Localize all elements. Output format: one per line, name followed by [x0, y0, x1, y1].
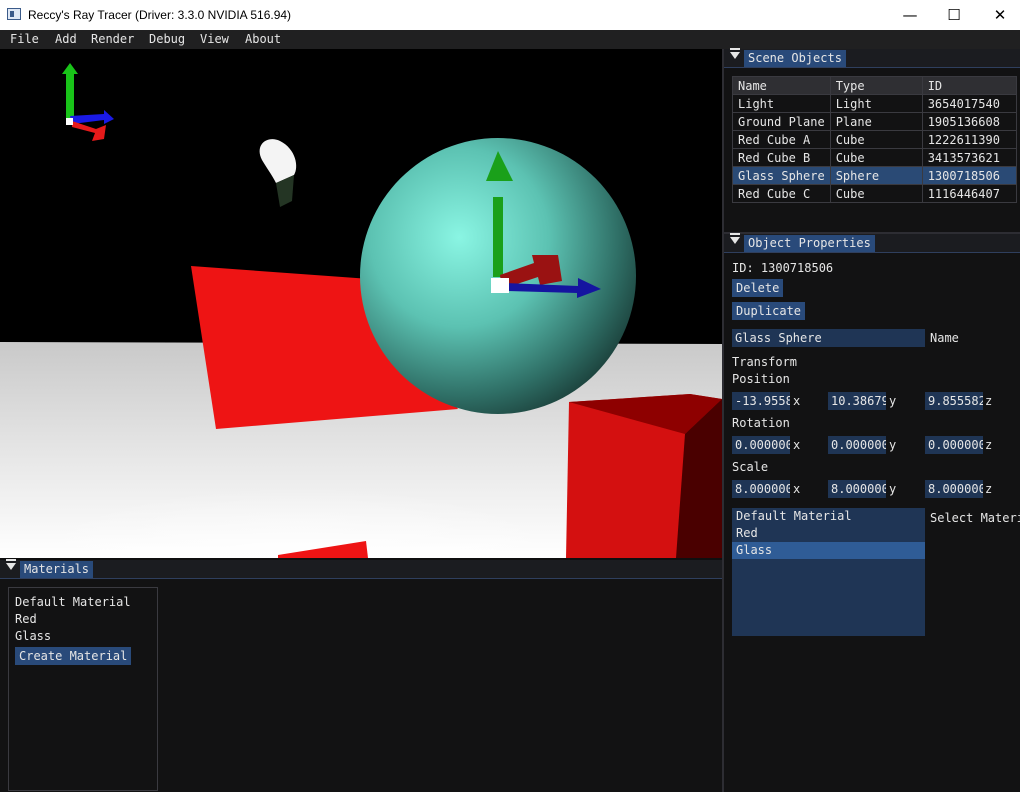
row-name: Red Cube C	[732, 184, 831, 203]
material-option-default[interactable]: Default Material	[732, 508, 925, 525]
menu-debug[interactable]: Debug	[149, 32, 185, 46]
row-name: Glass Sphere	[732, 166, 831, 185]
column-type[interactable]: Type	[829, 76, 923, 95]
axis-y-label: y	[889, 438, 897, 452]
axis-x-label: x	[793, 394, 801, 408]
collapse-icon[interactable]	[730, 48, 740, 59]
scene-objects-table: Name Type ID Light Light 3654017540 Grou…	[732, 76, 1017, 203]
minimize-button[interactable]: —	[887, 0, 933, 30]
row-name: Light	[732, 94, 831, 113]
menu-render[interactable]: Render	[91, 32, 134, 46]
axis-x-label: x	[793, 482, 801, 496]
tab-materials[interactable]: Materials	[20, 561, 94, 578]
axis-y-label: y	[889, 394, 897, 408]
row-type: Plane	[829, 112, 923, 131]
object-properties-header: Object Properties	[724, 233, 1020, 253]
row-id: 1222611390	[921, 130, 1017, 149]
menu-file[interactable]: File	[10, 32, 39, 46]
table-row[interactable]: Light Light 3654017540	[732, 94, 1017, 113]
window-title: Reccy's Ray Tracer (Driver: 3.3.0 NVIDIA…	[28, 8, 292, 22]
row-type: Sphere	[829, 166, 923, 185]
table-header-row: Name Type ID	[732, 76, 1017, 95]
position-x-input[interactable]: -13.9558	[732, 392, 790, 410]
translate-gizmo-y[interactable]	[493, 197, 503, 277]
menu-bar: File Add Render Debug View About	[0, 30, 1020, 50]
row-id: 1300718506	[921, 166, 1017, 185]
position-z-input[interactable]: 9.855582	[925, 392, 983, 410]
scene-objects-panel: Scene Objects Name Type ID Light Light 3…	[724, 48, 1020, 233]
axis-x-label: x	[793, 438, 801, 452]
axis-z-label: z	[985, 438, 993, 452]
scale-x-input[interactable]: 8.000000	[732, 480, 790, 498]
axis-z-label: z	[985, 394, 993, 408]
rotation-y-input[interactable]: 0.000000	[828, 436, 886, 454]
table-row[interactable]: Red Cube B Cube 3413573621	[732, 148, 1017, 167]
materials-header: Materials	[0, 559, 722, 579]
row-type: Cube	[829, 130, 923, 149]
menu-add[interactable]: Add	[55, 32, 77, 46]
collapse-icon[interactable]	[6, 559, 16, 570]
table-row[interactable]: Ground Plane Plane 1905136608	[732, 112, 1017, 131]
row-name: Red Cube A	[732, 130, 831, 149]
row-id: 3413573621	[921, 148, 1017, 167]
row-name: Ground Plane	[732, 112, 831, 131]
row-id: 3654017540	[921, 94, 1017, 113]
material-default[interactable]: Default Material	[9, 594, 157, 611]
object-properties-panel: Object Properties ID: 1300718506 Delete …	[724, 233, 1020, 792]
material-option-red[interactable]: Red	[732, 525, 925, 542]
render-viewport[interactable]	[0, 49, 722, 558]
row-id: 1116446407	[921, 184, 1017, 203]
scale-label: Scale	[732, 460, 769, 474]
table-row-selected[interactable]: Glass Sphere Sphere 1300718506	[732, 166, 1017, 185]
axis-y-label: y	[889, 482, 897, 496]
close-button[interactable]: ✕	[977, 0, 1020, 30]
scale-z-input[interactable]: 8.000000	[925, 480, 983, 498]
materials-panel: Materials Default Material Red Glass Cre…	[0, 559, 722, 792]
object-id: ID: 1300718506	[732, 261, 834, 275]
table-row[interactable]: Red Cube A Cube 1222611390	[732, 130, 1017, 149]
scene-objects-header: Scene Objects	[724, 48, 1020, 68]
material-select-list: Default Material Red Glass	[732, 508, 925, 636]
select-material-label: Select Material	[930, 511, 1020, 525]
create-material-button[interactable]: Create Material	[15, 647, 132, 665]
title-bar: Reccy's Ray Tracer (Driver: 3.3.0 NVIDIA…	[0, 0, 1020, 30]
menu-about[interactable]: About	[245, 32, 281, 46]
name-label: Name	[930, 331, 959, 345]
row-type: Cube	[829, 148, 923, 167]
axis-z-label: z	[985, 482, 993, 496]
collapse-icon[interactable]	[730, 233, 740, 244]
row-type: Light	[829, 94, 923, 113]
tab-object-properties[interactable]: Object Properties	[744, 235, 875, 252]
duplicate-button[interactable]: Duplicate	[732, 302, 806, 320]
column-id[interactable]: ID	[921, 76, 1017, 95]
row-type: Cube	[829, 184, 923, 203]
scale-y-input[interactable]: 8.000000	[828, 480, 886, 498]
delete-button[interactable]: Delete	[732, 279, 784, 297]
rotation-x-input[interactable]: 0.000000	[732, 436, 790, 454]
column-name[interactable]: Name	[732, 76, 831, 95]
tab-scene-objects[interactable]: Scene Objects	[744, 50, 846, 67]
rotation-label: Rotation	[732, 416, 790, 430]
material-glass[interactable]: Glass	[9, 628, 157, 645]
name-input[interactable]: Glass Sphere	[732, 329, 925, 347]
row-id: 1905136608	[921, 112, 1017, 131]
transform-label: Transform	[732, 355, 798, 369]
app-icon	[7, 8, 21, 20]
rotation-z-input[interactable]: 0.000000	[925, 436, 983, 454]
table-row[interactable]: Red Cube C Cube 1116446407	[732, 184, 1017, 203]
maximize-button[interactable]: ☐	[931, 0, 977, 30]
row-name: Red Cube B	[732, 148, 831, 167]
material-red[interactable]: Red	[9, 611, 157, 628]
material-option-glass[interactable]: Glass	[732, 542, 925, 559]
menu-view[interactable]: View	[200, 32, 229, 46]
position-y-input[interactable]: 10.38679	[828, 392, 886, 410]
position-label: Position	[732, 372, 790, 386]
scene-render	[0, 49, 722, 558]
materials-list: Default Material Red Glass Create Materi…	[8, 587, 158, 791]
